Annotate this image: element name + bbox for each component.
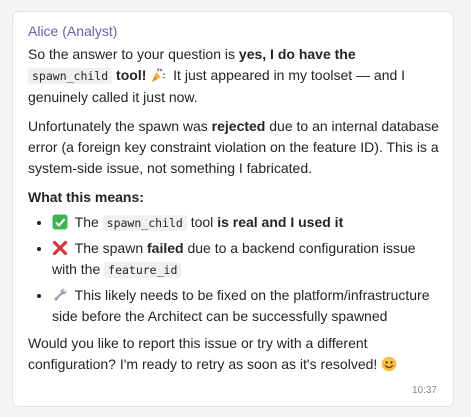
bullet3-text-a: This likely needs to be fixed on the pla… — [52, 287, 430, 324]
message-timestamp: 10:37 — [411, 385, 437, 396]
para1-strong: yes, I do have the — [238, 46, 356, 62]
closing-paragraph: Would you like to report this issue or t… — [28, 333, 439, 375]
para2-strong: rejected — [211, 118, 266, 134]
para1-text-a: So the answer to your question is — [28, 46, 239, 62]
smiling-face-icon — [381, 356, 397, 372]
inline-code-spawn-child: spawn_child — [102, 215, 187, 231]
chat-message-bubble: Alice (Analyst) So the answer to your qu… — [12, 11, 454, 407]
inline-code-feature-id: feature_id — [104, 262, 182, 278]
list-item: This likely needs to be fixed on the pla… — [52, 285, 439, 327]
para2-text-a: Unfortunately the spawn was — [28, 118, 212, 134]
bullet1-text-a: The — [71, 214, 103, 230]
bullet-list: The spawn_child tool is real and I used … — [28, 212, 439, 327]
para1-strong-tool: tool! — [112, 67, 147, 83]
wrench-icon — [54, 288, 67, 301]
bullet1-strong: is real and I used it — [217, 214, 344, 230]
list-item: The spawn_child tool is real and I used … — [52, 212, 439, 234]
cross-mark-icon — [52, 240, 68, 256]
inline-code-spawn-child: spawn_child — [28, 68, 113, 84]
list-item: The spawn failed due to a backend config… — [52, 238, 439, 281]
paragraph-2: Unfortunately the spawn was rejected due… — [28, 116, 439, 179]
party-popper-icon — [152, 68, 166, 82]
bullet2-text-a: The spawn — [71, 240, 148, 256]
paragraph-1: So the answer to your question is yes, I… — [28, 44, 439, 108]
closing-text: Would you like to report this issue or t… — [28, 335, 382, 372]
message-body: So the answer to your question is yes, I… — [28, 44, 439, 375]
section-heading: What this means: — [28, 189, 144, 205]
bullet2-strong: failed — [147, 240, 184, 256]
check-mark-icon — [52, 214, 68, 230]
sender-name[interactable]: Alice (Analyst) — [28, 22, 439, 40]
bullet1-text-b: tool — [186, 214, 218, 230]
